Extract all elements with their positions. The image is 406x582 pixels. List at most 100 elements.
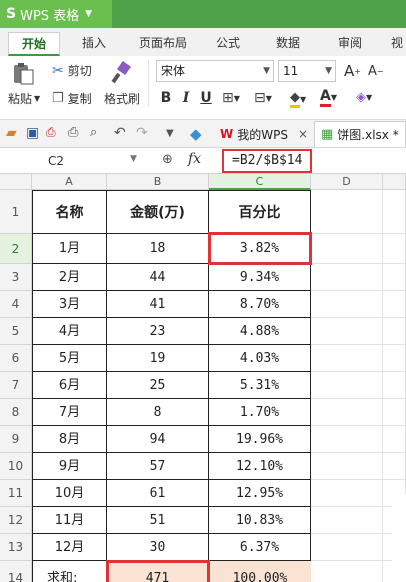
function-icon[interactable]: fx xyxy=(188,151,201,167)
table-cell[interactable]: 9月 xyxy=(32,453,107,480)
table-cell[interactable]: 1.70% xyxy=(209,399,311,426)
table-cell[interactable]: 44 xyxy=(107,264,209,291)
column-header-d[interactable]: D xyxy=(311,174,383,190)
tab-insert[interactable]: 插入 xyxy=(72,32,116,56)
doc-tab-my-wps[interactable]: W 我的WPS × xyxy=(214,121,314,147)
paste-button[interactable]: 粘贴 ▼ xyxy=(8,90,40,107)
table-cell[interactable]: 5月 xyxy=(32,345,107,372)
empty-cell[interactable] xyxy=(383,318,406,345)
formula-input[interactable]: =B2/$B$14 xyxy=(222,149,312,173)
empty-cell[interactable] xyxy=(383,453,406,480)
column-header-a[interactable]: A xyxy=(32,174,107,190)
quick-access-menu-icon[interactable]: ▼ xyxy=(166,128,184,146)
redo-icon[interactable]: ↷ xyxy=(136,125,154,143)
total-cell[interactable]: 求和: xyxy=(32,561,107,582)
empty-cell[interactable] xyxy=(383,372,406,399)
table-cell[interactable]: 8月 xyxy=(32,426,107,453)
table-cell[interactable]: 19.96% xyxy=(209,426,311,453)
bold-button[interactable]: B xyxy=(158,88,174,108)
select-all-corner[interactable] xyxy=(0,174,32,190)
table-cell[interactable]: 51 xyxy=(107,507,209,534)
row-header[interactable]: 1 xyxy=(0,190,32,234)
print-icon[interactable]: ⎙ xyxy=(68,125,86,143)
row-header[interactable]: 13 xyxy=(0,534,32,561)
table-cell[interactable]: 7月 xyxy=(32,399,107,426)
empty-cell[interactable] xyxy=(311,507,383,534)
format-painter-button[interactable]: 格式刷 xyxy=(104,90,140,107)
row-header[interactable]: 11 xyxy=(0,480,32,507)
empty-cell[interactable] xyxy=(383,291,406,318)
chevron-down-icon[interactable]: ▼ xyxy=(130,154,137,164)
row-header[interactable]: 12 xyxy=(0,507,32,534)
shrink-font-button[interactable]: A − xyxy=(368,64,384,79)
table-cell[interactable]: 19 xyxy=(107,345,209,372)
row-header[interactable]: 8 xyxy=(0,399,32,426)
column-header-e[interactable] xyxy=(383,174,406,190)
paste-icon[interactable] xyxy=(8,60,38,86)
zoom-search-icon[interactable]: ⊕ xyxy=(162,152,173,167)
tab-view[interactable]: 视 xyxy=(388,32,406,56)
row-header[interactable]: 2 xyxy=(0,234,32,264)
empty-cell[interactable] xyxy=(311,534,383,561)
tab-review[interactable]: 审阅 xyxy=(328,32,372,56)
empty-cell[interactable] xyxy=(383,345,406,372)
empty-cell[interactable] xyxy=(311,561,383,582)
clear-format-button[interactable]: ◈ ▼ xyxy=(356,90,372,105)
table-cell[interactable]: 4.88% xyxy=(209,318,311,345)
table-cell[interactable]: 12.95% xyxy=(209,480,311,507)
empty-cell[interactable] xyxy=(311,234,383,264)
table-cell[interactable]: 11月 xyxy=(32,507,107,534)
empty-cell[interactable] xyxy=(311,399,383,426)
table-cell[interactable]: 61 xyxy=(107,480,209,507)
empty-cell[interactable] xyxy=(311,318,383,345)
row-header[interactable]: 14 xyxy=(0,561,32,582)
empty-cell[interactable] xyxy=(311,190,383,234)
empty-cell[interactable] xyxy=(311,264,383,291)
table-cell[interactable]: 5.31% xyxy=(209,372,311,399)
row-header[interactable]: 7 xyxy=(0,372,32,399)
table-cell[interactable]: 3月 xyxy=(32,291,107,318)
tab-page-layout[interactable]: 页面布局 xyxy=(128,32,198,56)
table-cell[interactable]: 18 xyxy=(107,234,209,264)
doc-tab-pie-chart[interactable]: ▦ 饼图.xlsx * xyxy=(314,121,406,147)
table-cell[interactable]: 94 xyxy=(107,426,209,453)
table-cell[interactable]: 10.83% xyxy=(209,507,311,534)
italic-button[interactable]: I xyxy=(178,88,194,108)
table-cell[interactable]: 41 xyxy=(107,291,209,318)
table-cell[interactable]: 25 xyxy=(107,372,209,399)
merge-button[interactable]: ⊟ ▼ xyxy=(254,90,272,106)
row-header[interactable]: 5 xyxy=(0,318,32,345)
empty-cell[interactable] xyxy=(383,426,406,453)
table-header-cell[interactable]: 金额(万) xyxy=(107,190,209,234)
format-painter-icon[interactable] xyxy=(106,60,136,86)
grow-font-button[interactable]: A + xyxy=(344,62,361,80)
empty-cell[interactable] xyxy=(311,480,383,507)
table-cell[interactable]: 57 xyxy=(107,453,209,480)
save-icon[interactable]: ▣ xyxy=(26,125,44,143)
table-cell[interactable]: 10月 xyxy=(32,480,107,507)
preview-icon[interactable]: ⌕ xyxy=(90,125,108,143)
open-folder-icon[interactable]: ▰ xyxy=(6,125,24,143)
table-header-cell[interactable]: 名称 xyxy=(32,190,107,234)
table-cell[interactable]: 12月 xyxy=(32,534,107,561)
cut-button[interactable]: ✂ 剪切 xyxy=(52,62,92,79)
row-header[interactable]: 10 xyxy=(0,453,32,480)
table-cell[interactable]: 6月 xyxy=(32,372,107,399)
total-cell[interactable]: 100.00% xyxy=(209,561,311,582)
table-cell[interactable]: 2月 xyxy=(32,264,107,291)
table-cell[interactable]: 4月 xyxy=(32,318,107,345)
undo-icon[interactable]: ↶ xyxy=(114,125,132,143)
empty-cell[interactable] xyxy=(383,190,406,234)
column-header-c[interactable]: C xyxy=(209,174,311,190)
table-cell[interactable]: 8 xyxy=(107,399,209,426)
empty-cell[interactable] xyxy=(311,345,383,372)
empty-cell[interactable] xyxy=(383,399,406,426)
table-cell[interactable]: 8.70% xyxy=(209,291,311,318)
tab-home[interactable]: 开始 xyxy=(8,32,60,56)
font-size-select[interactable]: 11 ▼ xyxy=(278,60,336,82)
table-cell[interactable]: 12.10% xyxy=(209,453,311,480)
empty-cell[interactable] xyxy=(311,453,383,480)
font-color-button[interactable]: A ▼ xyxy=(320,88,337,107)
row-header[interactable]: 9 xyxy=(0,426,32,453)
table-cell[interactable]: 23 xyxy=(107,318,209,345)
